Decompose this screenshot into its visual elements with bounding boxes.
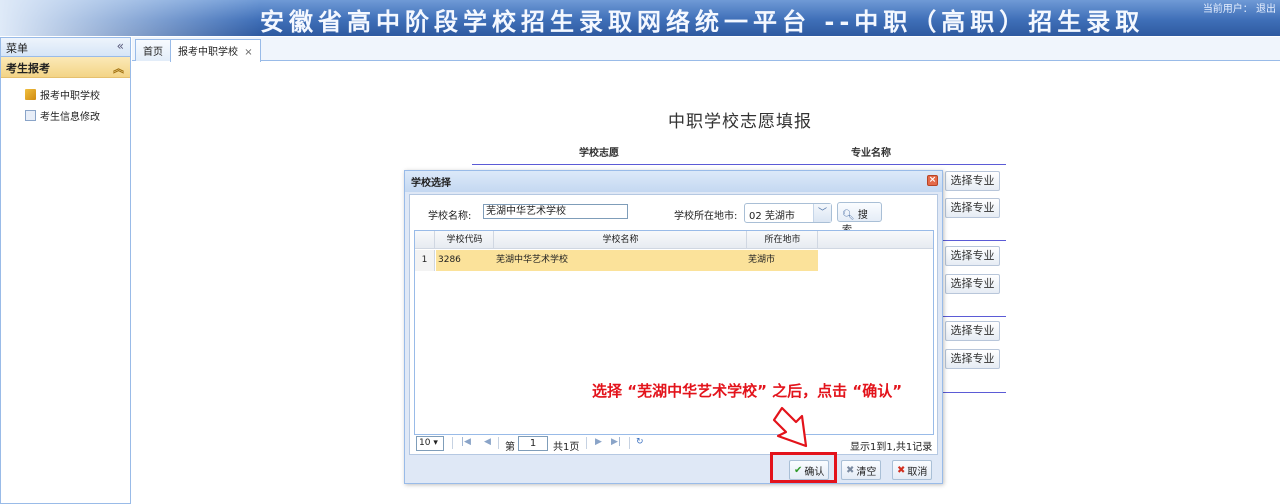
grid-header-city[interactable]: 所在地市 bbox=[748, 231, 818, 249]
select-major-button[interactable]: 选择专业 bbox=[945, 171, 1000, 191]
select-major-button[interactable]: 选择专业 bbox=[945, 321, 1000, 341]
next-page-icon[interactable]: ▶ bbox=[595, 437, 602, 447]
divider bbox=[629, 437, 630, 449]
sidebar-section-header[interactable]: 考生报考 ︽ bbox=[1, 57, 130, 78]
tab-home[interactable]: 首页 bbox=[135, 39, 171, 61]
school-grid: 学校代码 学校名称 所在地市 1 3286 芜湖中华艺术学校 芜湖市 bbox=[414, 230, 934, 435]
document-icon bbox=[25, 110, 36, 121]
select-major-button[interactable]: 选择专业 bbox=[945, 274, 1000, 294]
confirm-highlight-box bbox=[770, 452, 837, 483]
cell-code: 3286 bbox=[438, 255, 461, 265]
page-total: 共1页 bbox=[553, 442, 580, 453]
pagination-bar: 10 ▾ |◀ ◀ 第 1 共1页 ▶ ▶| ↻ 显示1到1,共1记录 bbox=[414, 435, 934, 454]
tab-home-label: 首页 bbox=[143, 47, 163, 58]
column-header-major: 专业名称 bbox=[851, 148, 891, 159]
school-select-dialog: 学校选择 × 学校名称: 芜湖中华艺术学校 学校所在地市: 02 芜湖市 ﹀ 🔍… bbox=[404, 170, 943, 484]
user-info: 当前用户： 退出 bbox=[1202, 4, 1276, 15]
sidebar-title: 菜单 bbox=[6, 42, 28, 55]
cell-name: 芜湖中华艺术学校 bbox=[496, 255, 569, 265]
last-page-icon[interactable]: ▶| bbox=[611, 437, 621, 447]
row-number: 1 bbox=[415, 250, 435, 271]
cancel-button[interactable]: ✖ 取消 bbox=[892, 460, 933, 480]
dialog-footer: ✔ 确认 ✖ 清空 ✖ 取消 bbox=[405, 458, 942, 483]
divider bbox=[472, 164, 1006, 165]
sidebar-item-edit-info[interactable]: 考生信息修改 bbox=[1, 105, 130, 126]
school-name-label: 学校名称: bbox=[428, 211, 472, 222]
city-select-value: 02 芜湖市 bbox=[749, 211, 795, 222]
page-size-value: 10 bbox=[419, 438, 431, 448]
dialog-title: 学校选择 bbox=[411, 178, 451, 189]
platform-title: 安徽省高中阶段学校招生录取网络统一平台 --中职（高职）招生录取 bbox=[260, 8, 1145, 36]
search-icon: 🔍︎ bbox=[842, 210, 855, 221]
grid-header-name[interactable]: 学校名称 bbox=[495, 231, 747, 249]
tab-apply-school-label: 报考中职学校 bbox=[178, 47, 238, 58]
tab-bar: 首页 报考中职学校 × bbox=[132, 37, 1280, 62]
city-select[interactable]: 02 芜湖市 ﹀ bbox=[744, 203, 832, 223]
refresh-icon[interactable]: ↻ bbox=[636, 437, 644, 447]
arrow-annotation-icon bbox=[772, 406, 808, 448]
chevron-down-icon[interactable]: ﹀ bbox=[813, 204, 831, 222]
cancel-icon: ✖ bbox=[897, 464, 906, 476]
divider bbox=[452, 437, 453, 449]
page-prefix: 第 bbox=[505, 442, 515, 453]
prev-page-icon[interactable]: ◀ bbox=[484, 437, 491, 447]
clear-button[interactable]: ✖ 清空 bbox=[841, 460, 882, 480]
school-name-input[interactable]: 芜湖中华艺术学校 bbox=[483, 204, 628, 219]
table-row[interactable]: 3286 芜湖中华艺术学校 芜湖市 bbox=[436, 250, 818, 271]
sidebar-header: 菜单 « bbox=[1, 38, 130, 57]
sidebar-item-apply-school[interactable]: 报考中职学校 bbox=[1, 84, 130, 105]
search-button[interactable]: 🔍︎ 搜索 bbox=[837, 202, 882, 236]
column-header-school: 学校志愿 bbox=[579, 148, 619, 159]
divider bbox=[498, 437, 499, 449]
first-page-icon[interactable]: |◀ bbox=[461, 437, 471, 447]
sidebar-section-title: 考生报考 bbox=[6, 62, 50, 75]
select-major-button[interactable]: 选择专业 bbox=[945, 349, 1000, 369]
select-major-button[interactable]: 选择专业 bbox=[945, 246, 1000, 266]
city-label: 学校所在地市: bbox=[674, 211, 738, 222]
page-size-select[interactable]: 10 ▾ bbox=[416, 436, 444, 451]
flag-icon bbox=[25, 89, 36, 100]
clear-button-label: 清空 bbox=[856, 466, 877, 478]
grid-header-rownum bbox=[415, 231, 435, 249]
dialog-titlebar: 学校选择 × bbox=[405, 171, 942, 192]
header-banner: 安徽省高中阶段学校招生录取网络统一平台 --中职（高职）招生录取 当前用户： 退… bbox=[0, 0, 1280, 36]
page-number-input[interactable]: 1 bbox=[518, 436, 548, 451]
grid-header: 学校代码 学校名称 所在地市 bbox=[415, 231, 933, 249]
cancel-button-label: 取消 bbox=[907, 466, 928, 478]
tab-apply-school[interactable]: 报考中职学校 × bbox=[170, 39, 261, 62]
double-chevron-up-icon[interactable]: ︽ bbox=[113, 60, 124, 76]
sidebar-item-label: 报考中职学校 bbox=[40, 91, 100, 102]
clear-icon: ✖ bbox=[846, 464, 855, 476]
select-major-button[interactable]: 选择专业 bbox=[945, 198, 1000, 218]
instruction-annotation: 选择 “芜湖中华艺术学校” 之后，点击 “确认” bbox=[592, 382, 903, 400]
double-chevron-left-icon[interactable]: « bbox=[117, 39, 124, 53]
cell-city: 芜湖市 bbox=[748, 255, 776, 265]
sidebar-item-label: 考生信息修改 bbox=[40, 112, 100, 123]
close-icon[interactable]: × bbox=[927, 175, 938, 186]
divider bbox=[586, 437, 587, 449]
sidebar: 菜单 « 考生报考 ︽ 报考中职学校 考生信息修改 bbox=[0, 37, 131, 504]
page-title: 中职学校志愿填报 bbox=[668, 112, 812, 132]
grid-header-code[interactable]: 学校代码 bbox=[436, 231, 494, 249]
record-summary: 显示1到1,共1记录 bbox=[850, 442, 933, 453]
dialog-body: 学校名称: 芜湖中华艺术学校 学校所在地市: 02 芜湖市 ﹀ 🔍︎ 搜索 学校… bbox=[409, 194, 938, 455]
close-tab-icon[interactable]: × bbox=[244, 47, 252, 58]
